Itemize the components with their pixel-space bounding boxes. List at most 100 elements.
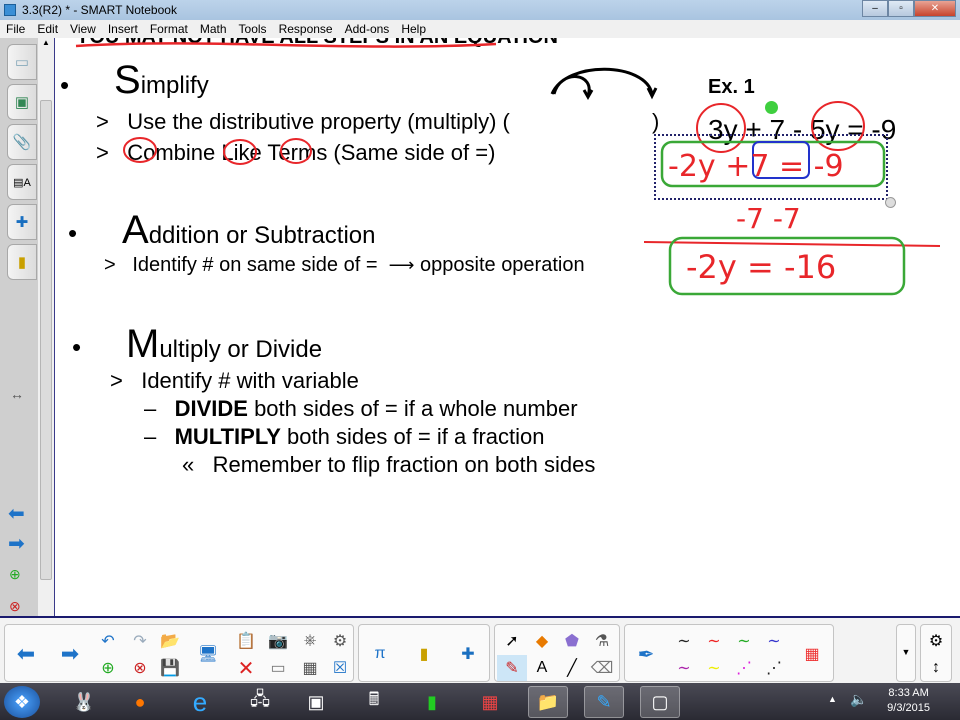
taskbar-app-meter[interactable]: ▮ xyxy=(412,686,452,718)
menu-format[interactable]: Format xyxy=(144,22,194,36)
volume-icon[interactable]: 🔈 xyxy=(850,691,867,708)
clear-page-button[interactable]: ☒ xyxy=(325,655,355,681)
rotate-handle[interactable] xyxy=(765,101,778,114)
attachments-tab[interactable]: 📎 xyxy=(7,124,37,160)
menu-insert[interactable]: Insert xyxy=(102,22,144,36)
taskbar-app-emulator[interactable]: ▣ xyxy=(296,686,336,718)
maximize-button[interactable]: ▫ xyxy=(888,0,914,17)
selection-box[interactable] xyxy=(654,134,888,200)
pen-style-purple[interactable]: ∼ xyxy=(669,655,699,681)
arrow-icon: ⟶ xyxy=(388,255,415,275)
page-icon: ▭ xyxy=(14,54,30,71)
previous-page-icon[interactable]: ⬅ xyxy=(8,501,25,526)
pens-tool[interactable]: ✎ xyxy=(497,655,527,681)
taskbar-app-camera[interactable]: ▢ xyxy=(640,686,680,718)
taskbar-app-grid[interactable]: ▦ xyxy=(470,686,510,718)
menu-response[interactable]: Response xyxy=(273,22,339,36)
scroll-thumb[interactable] xyxy=(40,100,52,580)
redo-button[interactable]: ↷ xyxy=(125,628,155,654)
pen-style-blue[interactable]: ∼ xyxy=(759,628,789,654)
color-palette-button[interactable]: ▦ xyxy=(797,641,827,667)
eraser-tool[interactable]: ⌫ xyxy=(587,655,617,681)
open-file-button[interactable]: 📂 xyxy=(155,628,185,654)
pen-style-yellow[interactable]: ∼ xyxy=(699,655,729,681)
document-camera-button[interactable]: ⎈ xyxy=(295,628,325,654)
fill-tool[interactable]: ⚗ xyxy=(587,628,617,654)
taskbar-app-bunny[interactable]: 🐰 xyxy=(64,686,104,718)
resize-handle[interactable] xyxy=(885,197,896,208)
addons-button[interactable]: ✚ xyxy=(453,641,483,667)
multiply-line: – MULTIPLY both sides of = if a fraction xyxy=(144,424,545,449)
partial-header: YOU MAY NOT HAVE ALL STEPS IN AN EQUATIO… xyxy=(76,38,558,49)
ink-line-2: -7 -7 xyxy=(736,202,801,235)
minimize-button[interactable]: – xyxy=(862,0,888,17)
example-label: Ex. 1 xyxy=(708,76,755,98)
save-button[interactable]: 💾 xyxy=(155,655,185,681)
show-hidden-icons[interactable]: ▲ xyxy=(828,694,837,704)
toolbar-more-button[interactable]: ▼ xyxy=(896,624,916,682)
paste-button[interactable]: 📋 xyxy=(231,628,261,654)
move-toolbar-icon[interactable]: ↕ xyxy=(921,655,951,681)
add-page-button[interactable]: ⊕ xyxy=(93,655,123,681)
menu-addons[interactable]: Add-ons xyxy=(339,22,396,36)
response-button[interactable]: ▮ xyxy=(409,641,439,667)
page-sorter-tab[interactable]: ▭ xyxy=(7,44,37,80)
previous-page-button[interactable]: ⬅ xyxy=(11,641,41,667)
screen-shade-button[interactable]: ▭ xyxy=(263,655,293,681)
resize-arrows-icon[interactable]: ↔ xyxy=(10,386,24,402)
taskbar-firefox[interactable]: ● xyxy=(120,686,160,718)
start-button[interactable]: ❖ xyxy=(4,686,40,718)
select-tool[interactable]: ➚ xyxy=(497,628,527,654)
table-button[interactable]: ▦ xyxy=(295,655,325,681)
menu-file[interactable]: File xyxy=(0,22,31,36)
gear-icon[interactable]: ⚙ xyxy=(921,628,951,654)
menu-view[interactable]: View xyxy=(64,22,102,36)
menu-math[interactable]: Math xyxy=(194,22,233,36)
menu-tools[interactable]: Tools xyxy=(233,22,273,36)
pen-style-magenta-dashed[interactable]: ⋰ xyxy=(729,655,759,681)
pen-style-green[interactable]: ∼ xyxy=(729,628,759,654)
shapes-tool[interactable]: ◆ xyxy=(527,628,557,654)
slide-canvas[interactable]: YOU MAY NOT HAVE ALL STEPS IN AN EQUATIO… xyxy=(56,38,960,616)
pen-style-black-dashed[interactable]: ⋰ xyxy=(759,655,789,681)
menu-edit[interactable]: Edit xyxy=(31,22,64,36)
vertical-scrollbar[interactable]: ▲ xyxy=(38,38,55,616)
text-tool[interactable]: A xyxy=(527,655,557,681)
flip-fraction-line: « Remember to flip fraction on both side… xyxy=(182,452,596,477)
pen-style-black[interactable]: ∼ xyxy=(669,628,699,654)
multiply-line-1: > Identify # with variable xyxy=(110,368,359,393)
measurement-tools-button[interactable]: ⚙ xyxy=(325,628,355,654)
taskbar-app-network[interactable]: 🖧 xyxy=(240,686,280,718)
screen-capture-button[interactable]: 📷 xyxy=(263,628,293,654)
display-screen-button[interactable]: 🖥 xyxy=(193,641,223,667)
taskbar-smart-notebook[interactable]: ✎ xyxy=(584,686,624,718)
undo-button[interactable]: ↶ xyxy=(93,628,123,654)
system-clock[interactable]: 8:33 AM 9/3/2015 xyxy=(887,686,930,716)
delete-page-icon[interactable]: ⊗ xyxy=(9,598,21,615)
response-tab[interactable]: ▮ xyxy=(7,244,37,280)
scroll-up-icon[interactable]: ▲ xyxy=(38,38,54,47)
close-button[interactable]: ✕ xyxy=(914,0,956,17)
next-page-button[interactable]: ➡ xyxy=(55,641,85,667)
delete-button[interactable]: ✕ xyxy=(231,655,261,681)
regular-polygon-tool[interactable]: ⬟ xyxy=(557,628,587,654)
taskbar-calculator[interactable]: 🖩 xyxy=(354,686,394,718)
simplify-line-2: > Combine Like Terms (Same side of =) xyxy=(96,140,496,165)
response-icon: ▮ xyxy=(17,254,27,271)
pen-type-button[interactable]: ✒ xyxy=(631,641,661,667)
pen-style-red[interactable]: ∼ xyxy=(699,628,729,654)
menu-help[interactable]: Help xyxy=(395,22,432,36)
gallery-tab[interactable]: ▣ xyxy=(7,84,37,120)
add-page-icon[interactable]: ⊕ xyxy=(9,566,21,583)
math-tools-button[interactable]: π xyxy=(365,641,395,667)
delete-page-button[interactable]: ⊗ xyxy=(125,655,155,681)
addition-line-1: > Identify # on same side of = ⟶ opposit… xyxy=(104,254,585,276)
taskbar-file-explorer[interactable]: 📁 xyxy=(528,686,568,718)
heading-multiply: Multiply or Divide xyxy=(126,322,323,366)
taskbar-internet-explorer[interactable]: e xyxy=(180,686,220,718)
line-tool[interactable]: ╱ xyxy=(557,655,587,681)
heading-addition: Addition or Subtraction xyxy=(122,208,376,252)
properties-tab[interactable]: ▤A xyxy=(7,164,37,200)
addons-tab[interactable]: ✚ xyxy=(7,204,37,240)
next-page-icon[interactable]: ➡ xyxy=(8,531,25,556)
